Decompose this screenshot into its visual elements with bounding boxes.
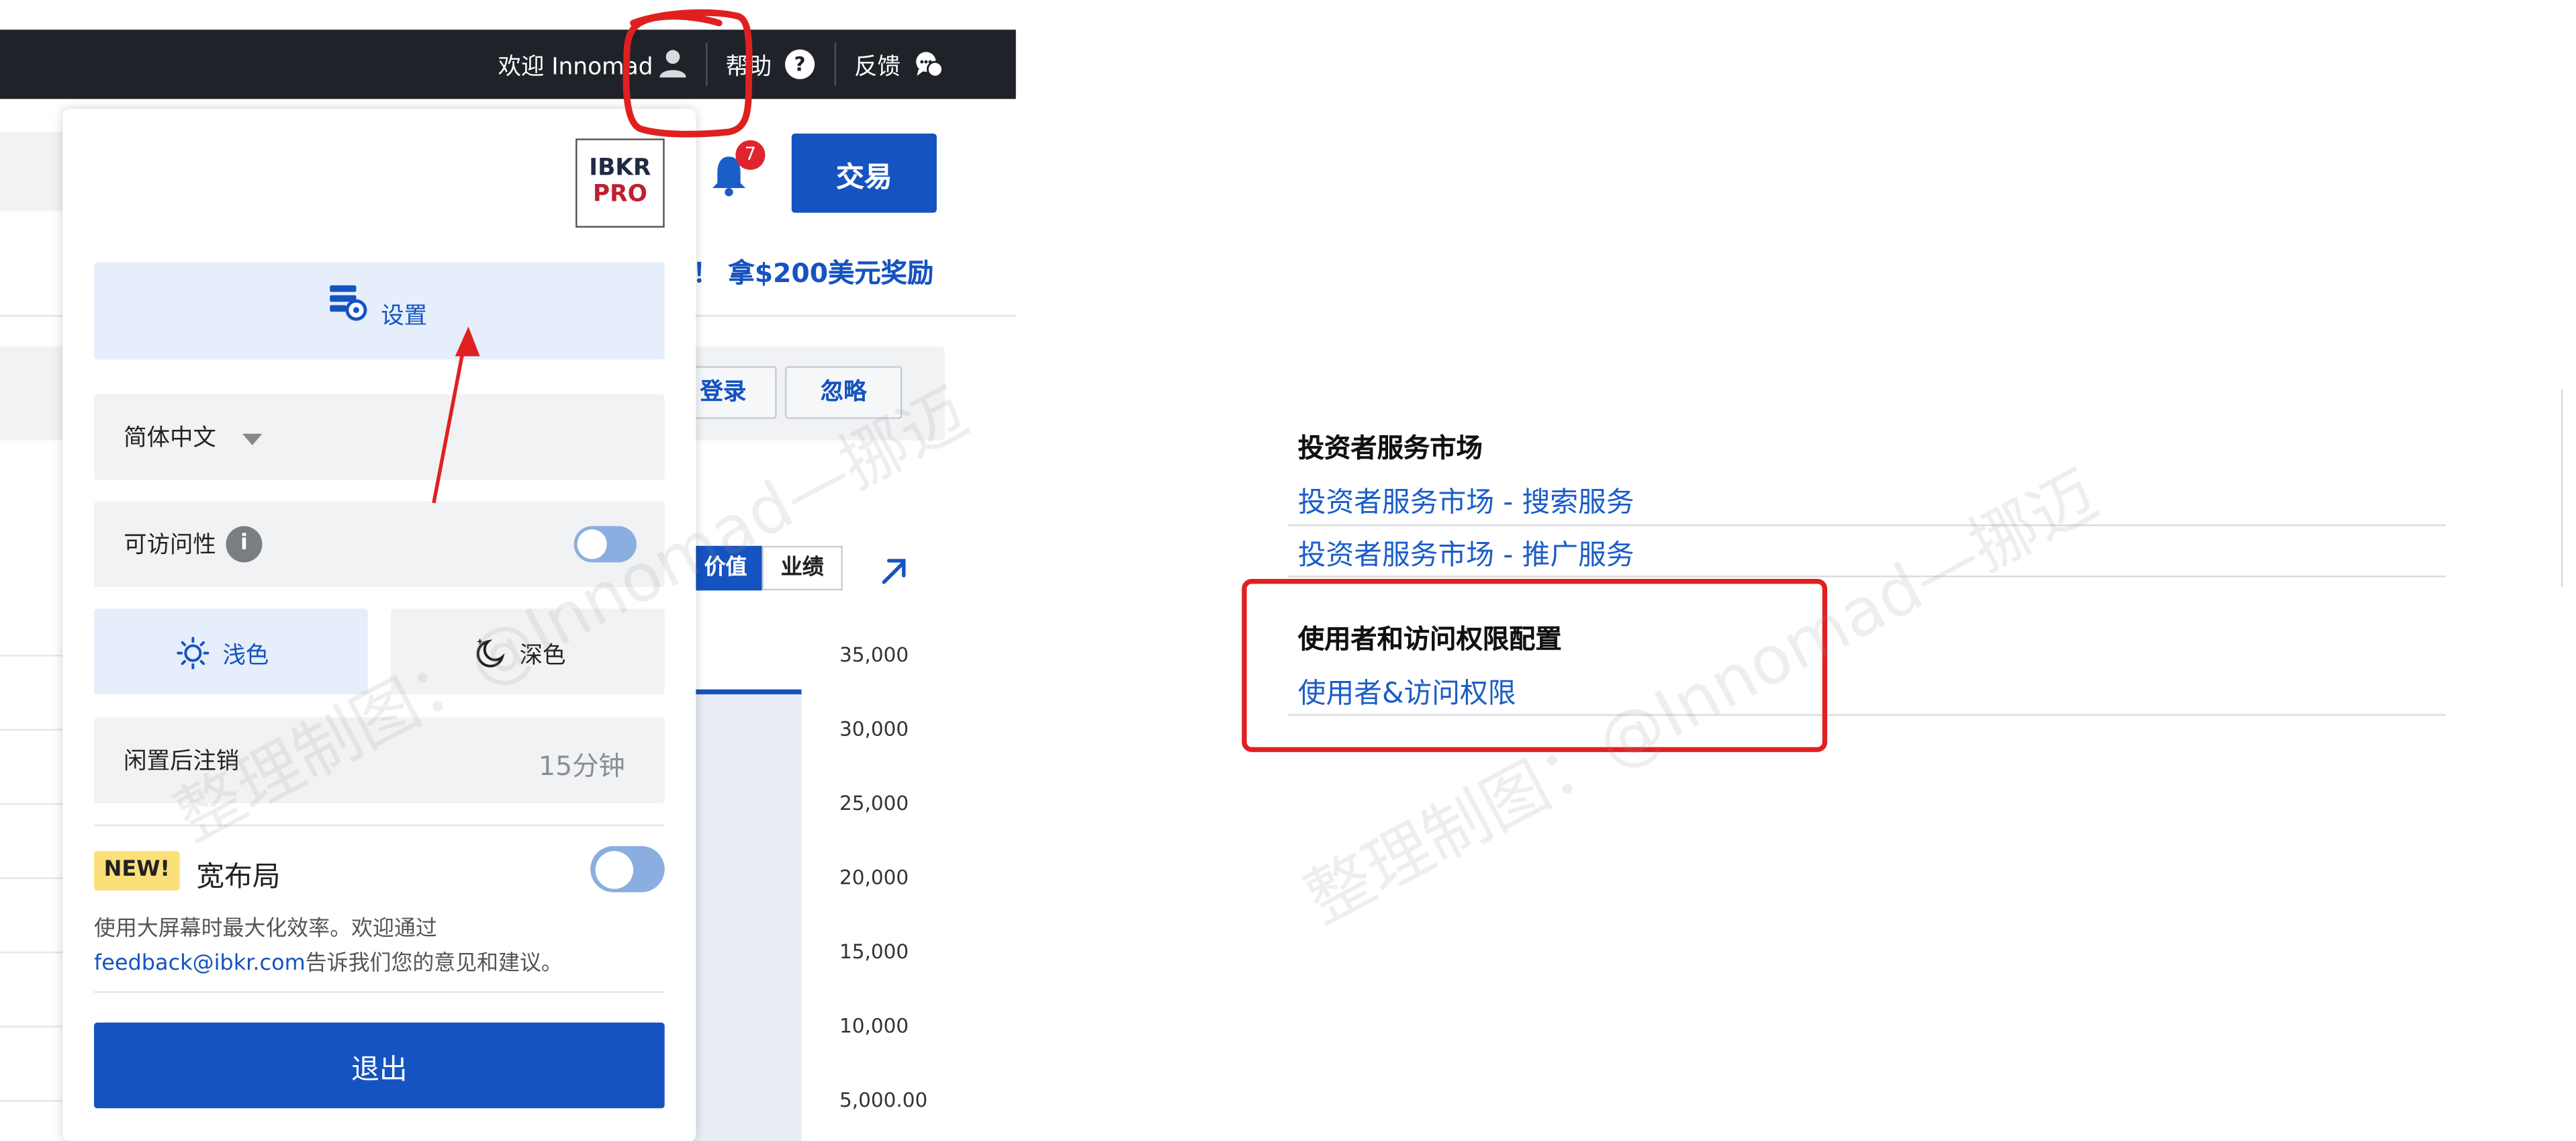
moon-icon xyxy=(476,638,505,668)
tab-performance[interactable]: 业绩 xyxy=(762,545,843,591)
notice-box-left xyxy=(0,346,63,441)
panel-edge xyxy=(2561,389,2563,588)
top-bar: 欢迎 Innomad 帮助 ? 反馈 xyxy=(0,30,1016,99)
annotation-box xyxy=(1242,578,1828,752)
gridline xyxy=(0,1100,63,1102)
settings-label: 设置 xyxy=(381,303,428,330)
link-marketplace-promote[interactable]: 投资者服务市场 - 推广服务 xyxy=(1298,531,1635,572)
info-icon[interactable]: i xyxy=(226,526,263,563)
sun-icon xyxy=(177,637,210,670)
idle-logout-row[interactable]: 闲置后注销 15分钟 xyxy=(93,717,665,803)
new-badge: NEW! xyxy=(93,851,180,891)
accessibility-toggle[interactable] xyxy=(573,526,637,563)
feedback-icon[interactable] xyxy=(914,50,944,79)
wide-layout-title: 宽布局 xyxy=(196,860,281,895)
welcome-text: 欢迎 Innomad xyxy=(498,54,653,81)
language-select[interactable]: 简体中文 xyxy=(93,394,665,480)
divider xyxy=(834,42,837,86)
chart-area-fill xyxy=(692,692,802,1141)
settings-button[interactable]: 设置 xyxy=(93,262,665,360)
divider xyxy=(93,991,665,993)
search-bar-bg xyxy=(0,132,66,212)
divider xyxy=(1287,714,2446,716)
logo-line2: PRO xyxy=(592,181,647,208)
link-user-access-rights[interactable]: 使用者&访问权限 xyxy=(1298,670,1516,711)
wide-layout-desc-2: 告诉我们您的意见和建议。 xyxy=(305,951,563,976)
ibkr-pro-logo: IBKR PRO xyxy=(576,138,665,228)
y-tick-label: 10,000 xyxy=(839,1014,909,1038)
gridline xyxy=(0,654,63,657)
gridline xyxy=(0,951,63,954)
y-tick-label: 30,000 xyxy=(839,717,909,741)
wide-layout-toggle[interactable] xyxy=(590,846,665,893)
trade-button[interactable]: 交易 xyxy=(791,133,937,213)
chart-line xyxy=(692,689,802,694)
help-icon[interactable]: ? xyxy=(784,49,815,79)
divider xyxy=(1287,576,2446,578)
link-marketplace-search[interactable]: 投资者服务市场 - 搜索服务 xyxy=(1298,478,1635,519)
screenshot-canvas: 欢迎 Innomad 帮助 ? 反馈 7 交易 ！ 拿$200美元奖励 登录 忽… xyxy=(0,0,2576,1141)
expand-arrow-icon[interactable] xyxy=(877,554,910,587)
notification-badge: 7 xyxy=(735,140,766,170)
account-menu: IBKR PRO 设置 简体中文 可访问性 i 浅色 深色 闲置后注销 15分钟… xyxy=(62,109,696,1141)
y-tick-label: 15,000 xyxy=(839,940,909,964)
idle-logout-label: 闲置后注销 xyxy=(124,748,240,776)
y-tick-label: 35,000 xyxy=(839,643,909,667)
language-value: 简体中文 xyxy=(124,425,216,452)
logout-button[interactable]: 退出 xyxy=(93,1022,665,1109)
ignore-button[interactable]: 忽略 xyxy=(784,366,903,419)
promo-banner[interactable]: ！ 拿$200美元奖励 xyxy=(692,250,933,290)
idle-logout-value[interactable]: 15分钟 xyxy=(539,744,625,784)
theme-dark-button[interactable]: 深色 xyxy=(391,608,665,694)
gridline xyxy=(0,803,63,805)
theme-dark-label: 深色 xyxy=(519,643,566,670)
gridline xyxy=(0,877,63,879)
settings-icon xyxy=(330,285,367,321)
y-tick-label: 20,000 xyxy=(839,866,909,889)
help-link[interactable]: 帮助 xyxy=(726,50,772,83)
logo-line1: IBKR xyxy=(589,154,651,182)
accessibility-label: 可访问性 xyxy=(124,533,216,559)
user-icon[interactable] xyxy=(656,46,689,79)
y-tick-label: 25,000 xyxy=(839,791,909,815)
tab-value[interactable]: 价值 xyxy=(689,545,762,591)
theme-light-label: 浅色 xyxy=(222,643,269,670)
wide-layout-description: 使用大屏幕时最大化效率。欢迎通过 feedback@ibkr.com告诉我们您的… xyxy=(94,912,655,981)
theme-light-button[interactable]: 浅色 xyxy=(93,608,368,694)
section-title-marketplace: 投资者服务市场 xyxy=(1297,432,1483,464)
divider xyxy=(706,42,708,86)
gridline xyxy=(0,1025,63,1028)
section-title-user-access: 使用者和访问权限配置 xyxy=(1297,623,1562,655)
feedback-link[interactable]: 反馈 xyxy=(854,50,901,83)
accessibility-row: 可访问性 i xyxy=(93,501,665,588)
feedback-email-link[interactable]: feedback@ibkr.com xyxy=(94,952,306,976)
divider xyxy=(1287,524,2446,527)
gridline xyxy=(0,729,63,731)
chevron-down-icon xyxy=(242,433,263,446)
divider xyxy=(93,824,665,827)
y-tick-label: 5,000.00 xyxy=(839,1088,928,1112)
wide-layout-desc-1: 使用大屏幕时最大化效率。欢迎通过 xyxy=(93,917,437,942)
